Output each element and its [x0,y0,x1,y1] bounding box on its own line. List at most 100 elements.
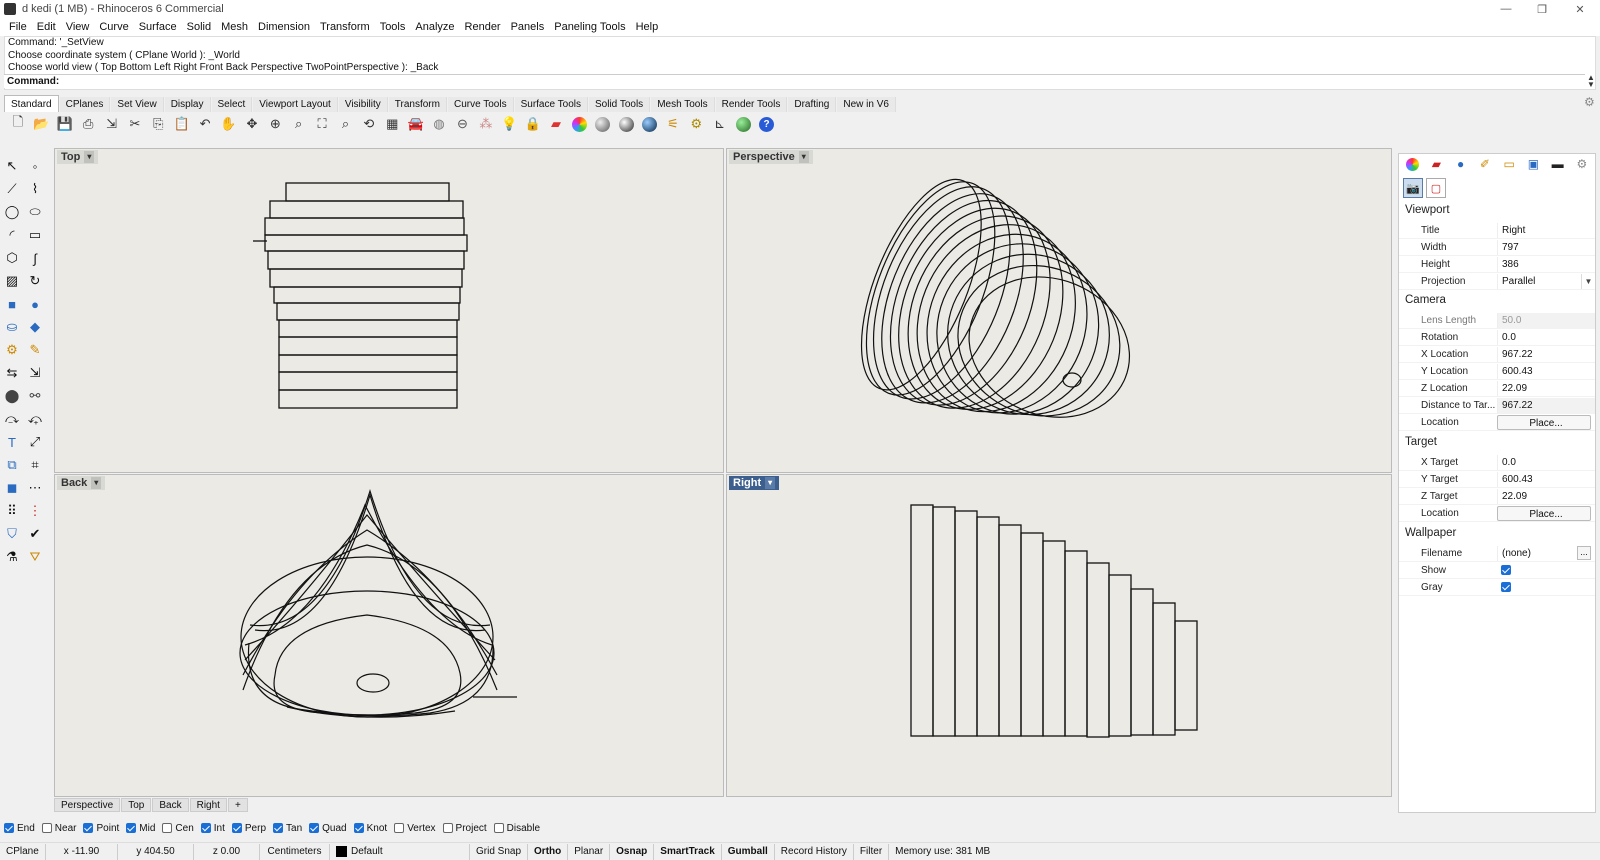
status-layer[interactable]: Default [330,843,470,860]
viewport-properties-camera-icon[interactable]: 📷 [1403,178,1423,198]
status-planar[interactable]: Planar [568,843,611,860]
analysis-icon[interactable]: ◍ [429,114,449,134]
tab-surface-tools[interactable]: Surface Tools [514,97,588,112]
array-icon[interactable]: ⠿ [2,501,22,521]
osnap-checkbox[interactable] [200,823,211,833]
boolean-union-icon[interactable]: ● [25,294,45,314]
osnap-checkbox[interactable] [41,823,52,833]
zoom-in-icon[interactable]: ⊕ [265,114,285,134]
maximize-button[interactable]: ❐ [1524,0,1560,18]
viewport-menu-arrow-icon[interactable]: ▾ [765,477,776,489]
dimension-tool-icon[interactable]: ⤢ [25,432,45,452]
target-place-button[interactable]: Place... [1497,505,1591,521]
tab-render-tools[interactable]: Render Tools [715,97,788,112]
viewport-label-perspective[interactable]: Perspective ▾ [729,150,813,164]
osnap-cen[interactable]: Cen [162,823,194,834]
menu-render[interactable]: Render [460,21,506,33]
light-icon[interactable]: 💡 [499,114,519,134]
solid-box-icon[interactable]: ■ [2,294,22,314]
distance-to-target-field[interactable]: 967.22 [1497,397,1595,413]
select-arrow-icon[interactable]: ↖ [2,156,22,176]
toolbar-settings-gear-icon[interactable]: ⚙ [1584,95,1598,109]
ellipse-icon[interactable]: ⬭ [25,202,45,222]
x-target-field[interactable]: 0.0 [1497,454,1595,470]
print-icon[interactable]: ⎙ [78,114,98,134]
pan-hand-icon[interactable]: ✋ [219,114,239,134]
width-field[interactable]: 797 [1497,239,1595,255]
menu-edit[interactable]: Edit [32,21,61,33]
status-cplane[interactable]: CPlane [0,843,46,860]
ghosted-sphere-icon[interactable] [616,114,636,134]
y-target-field[interactable]: 600.43 [1497,471,1595,487]
viewport-menu-arrow-icon[interactable]: ▾ [798,151,809,163]
cplane-icon[interactable]: ⊖ [452,114,472,134]
height-field[interactable]: 386 [1497,256,1595,272]
shield-icon[interactable]: ⛉ [2,524,22,544]
x-location-field[interactable]: 967.22 [1497,346,1595,362]
file-explorer-icon[interactable]: ▭ [1500,155,1518,173]
osnap-checkbox[interactable] [126,823,137,833]
viewport-label-top[interactable]: Top ▾ [57,150,99,164]
extend-curve-icon[interactable]: ⤽ [25,409,45,429]
menu-solid[interactable]: Solid [182,21,216,33]
panel-settings-gear-icon[interactable]: ⚙ [1573,155,1591,173]
viewport-back[interactable]: Back ▾ [54,474,724,797]
viewport-perspective[interactable]: Perspective ▾ [726,148,1392,473]
menu-analyze[interactable]: Analyze [410,21,459,33]
projection-select[interactable]: Parallel [1497,273,1581,289]
properties-color-icon[interactable] [1403,155,1421,173]
shaded-sphere-icon[interactable] [593,114,613,134]
osnap-tan[interactable]: Tan [273,823,302,834]
render-content-icon[interactable]: ● [1452,155,1470,173]
viewport-tab-perspective[interactable]: Perspective [54,798,121,812]
osnap-near[interactable]: Near [41,823,76,834]
blend-icon[interactable]: ⚯ [25,386,45,406]
lights-panel-icon[interactable]: ✐ [1476,155,1494,173]
layers-icon[interactable]: ▰ [546,114,566,134]
tab-cplanes[interactable]: CPlanes [59,97,111,112]
menu-tools[interactable]: Tools [375,21,411,33]
edit-points-icon[interactable]: ⌗ [25,455,45,475]
osnap-checkbox[interactable] [231,823,242,833]
tab-curve-tools[interactable]: Curve Tools [447,97,514,112]
y-location-field[interactable]: 600.43 [1497,363,1595,379]
zoom-window-icon[interactable]: ⌕ [289,114,309,134]
object-properties-icon[interactable]: ▢ [1426,178,1446,198]
tab-select[interactable]: Select [211,97,253,112]
text-icon[interactable]: T [2,432,22,452]
status-osnap[interactable]: Osnap [610,843,655,860]
osnap-vertex[interactable]: Vertex [394,823,436,834]
osnap-int[interactable]: Int [200,823,225,834]
group-icon[interactable]: ⧉ [2,455,22,475]
osnap-checkbox[interactable] [83,823,94,833]
z-location-field[interactable]: 22.09 [1497,380,1595,396]
four-viewports-icon[interactable]: ▦ [382,114,402,134]
tab-viewport-layout[interactable]: Viewport Layout [253,97,338,112]
osnap-project[interactable]: Project [442,823,487,834]
status-gumball[interactable]: Gumball [722,843,775,860]
rotation-field[interactable]: 0.0 [1497,329,1595,345]
title-field[interactable]: Right [1497,222,1595,238]
z-target-field[interactable]: 22.09 [1497,488,1595,504]
zoom-dynamic-icon[interactable]: ⟲ [359,114,379,134]
tab-solid-tools[interactable]: Solid Tools [589,97,651,112]
block-icon[interactable]: ◼ [2,478,22,498]
menu-curve[interactable]: Curve [94,21,133,33]
close-button[interactable]: ✕ [1562,0,1598,18]
osnap-point[interactable]: Point [83,823,119,834]
osnap-end[interactable]: End [4,823,35,834]
polyline-icon[interactable]: ⟋ [2,179,22,199]
display-panel-icon[interactable]: ▬ [1549,155,1567,173]
chevron-down-icon[interactable]: ▼ [1581,273,1595,289]
osnap-checkbox[interactable] [4,823,14,833]
osnap-checkbox[interactable] [493,823,504,833]
named-views-icon[interactable]: ▣ [1524,155,1542,173]
globe-icon[interactable] [733,114,753,134]
show-checkbox[interactable] [1501,565,1511,575]
scale-icon[interactable]: ⇲ [25,363,45,383]
viewport-label-right[interactable]: Right ▾ [729,476,780,490]
command-input[interactable]: Command: [4,74,1585,88]
point-icon[interactable]: ◦ [25,156,45,176]
lock-icon[interactable]: 🔒 [523,114,543,134]
tab-new-in-v6[interactable]: New in V6 [837,97,896,112]
